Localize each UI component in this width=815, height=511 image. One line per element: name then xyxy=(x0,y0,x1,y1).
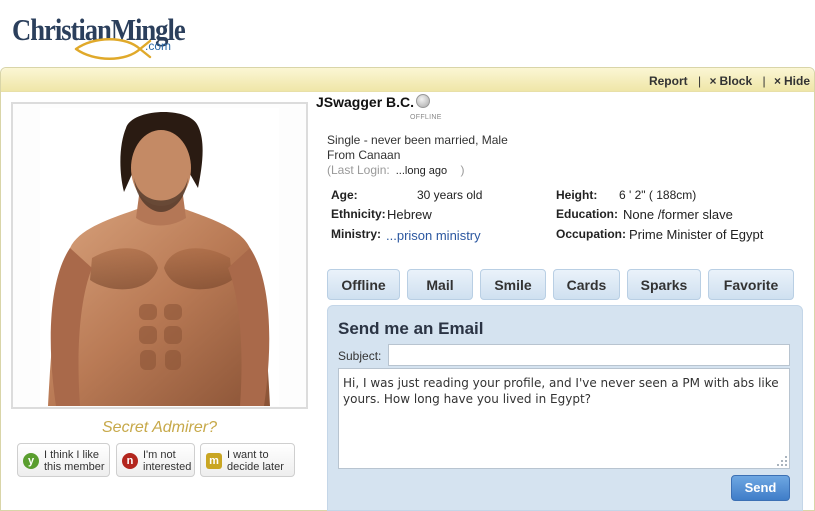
ethnicity-value: Hebrew xyxy=(387,207,432,222)
subject-input[interactable] xyxy=(388,344,790,366)
logo-domain-suffix: .com xyxy=(145,39,172,53)
profile-actions: Report | × Block | × Hide xyxy=(649,74,810,88)
email-title: Send me an Email xyxy=(338,319,484,338)
age-value: 30 years old xyxy=(417,188,483,202)
decide-later-line1: I want to xyxy=(227,449,269,461)
tab-offline[interactable]: Offline xyxy=(327,269,400,300)
secret-admirer-title: Secret Admirer? xyxy=(102,419,217,436)
not-interested-line2: interested xyxy=(143,461,192,473)
like-label: I think I like this member xyxy=(44,449,105,473)
decide-later-label: I want to decide later xyxy=(227,449,284,473)
like-label-line2: this member xyxy=(44,461,105,473)
height-value: 6 ' 2" ( 188cm) xyxy=(619,188,697,202)
message-textarea[interactable]: Hi, I was just reading your profile, and… xyxy=(338,368,790,469)
decide-later-button[interactable]: m I want to decide later xyxy=(200,443,295,477)
tab-cards[interactable]: Cards xyxy=(553,269,620,300)
email-compose-panel: Send me an Email Subject: Hi, I was just… xyxy=(327,305,803,511)
from-label: From xyxy=(327,148,355,162)
hide-link[interactable]: × Hide xyxy=(774,74,810,88)
divider: | xyxy=(762,74,766,88)
from-value: Canaan xyxy=(358,148,401,162)
fish-icon xyxy=(74,38,152,60)
profile-from: From Canaan xyxy=(327,148,400,162)
age-label: Age: xyxy=(331,188,358,202)
profile-photo-frame xyxy=(11,102,308,409)
resize-grip-icon[interactable] xyxy=(776,455,788,467)
send-button[interactable]: Send xyxy=(731,475,790,501)
decide-later-line2: decide later xyxy=(227,461,284,473)
block-label: Block xyxy=(719,74,753,88)
hide-label: Hide xyxy=(783,74,810,88)
close-icon: × xyxy=(773,74,781,88)
profile-summary: Single - never been married, Male xyxy=(327,133,508,147)
subject-label: Subject: xyxy=(338,349,382,363)
divider: | xyxy=(697,74,702,88)
offline-status-icon xyxy=(416,94,430,108)
last-login: (Last Login: ...long ago ) xyxy=(327,163,464,177)
profile-photo[interactable] xyxy=(40,108,279,406)
not-interested-label: I'm not interested xyxy=(143,449,191,473)
ministry-label: Ministry: xyxy=(331,227,382,241)
site-logo[interactable]: ChristianMingle .com xyxy=(12,8,186,60)
panel-toolbar: Report | × Block | × Hide xyxy=(1,68,814,92)
ministry-link[interactable]: ...prison ministry xyxy=(386,228,481,243)
heart-check-icon: y xyxy=(23,453,39,469)
no-icon: n xyxy=(122,453,138,469)
last-login-label: (Last Login: xyxy=(327,163,390,177)
like-label-line1: I think I like xyxy=(44,449,100,461)
occupation-label: Occupation: xyxy=(556,227,627,241)
report-link[interactable]: Report xyxy=(649,74,688,88)
height-label: Height: xyxy=(556,188,598,202)
profile-page: ChristianMingle .com Report | × Block | ×… xyxy=(0,0,815,511)
tab-mail[interactable]: Mail xyxy=(407,269,473,300)
tab-sparks[interactable]: Sparks xyxy=(627,269,701,300)
profile-photo-image xyxy=(48,111,270,406)
profile-name: JSwagger B.C. xyxy=(316,94,415,110)
tab-favorite[interactable]: Favorite xyxy=(708,269,794,300)
maybe-icon: m xyxy=(206,453,222,469)
education-value: None /former slave xyxy=(623,207,733,222)
ethnicity-label: Ethnicity: xyxy=(331,207,386,221)
online-status-label: OFFLINE xyxy=(410,114,442,121)
not-interested-button[interactable]: n I'm not interested xyxy=(116,443,195,477)
close-icon: × xyxy=(709,74,717,88)
block-link[interactable]: × Block xyxy=(709,74,752,88)
last-login-close: ) xyxy=(460,163,465,177)
tab-smile[interactable]: Smile xyxy=(480,269,546,300)
occupation-value: Prime Minister of Egypt xyxy=(629,227,764,242)
education-label: Education: xyxy=(556,207,618,221)
like-member-button[interactable]: y I think I like this member xyxy=(17,443,110,477)
not-interested-line1: I'm not xyxy=(143,449,176,461)
last-login-value: ...long ago xyxy=(395,165,448,177)
